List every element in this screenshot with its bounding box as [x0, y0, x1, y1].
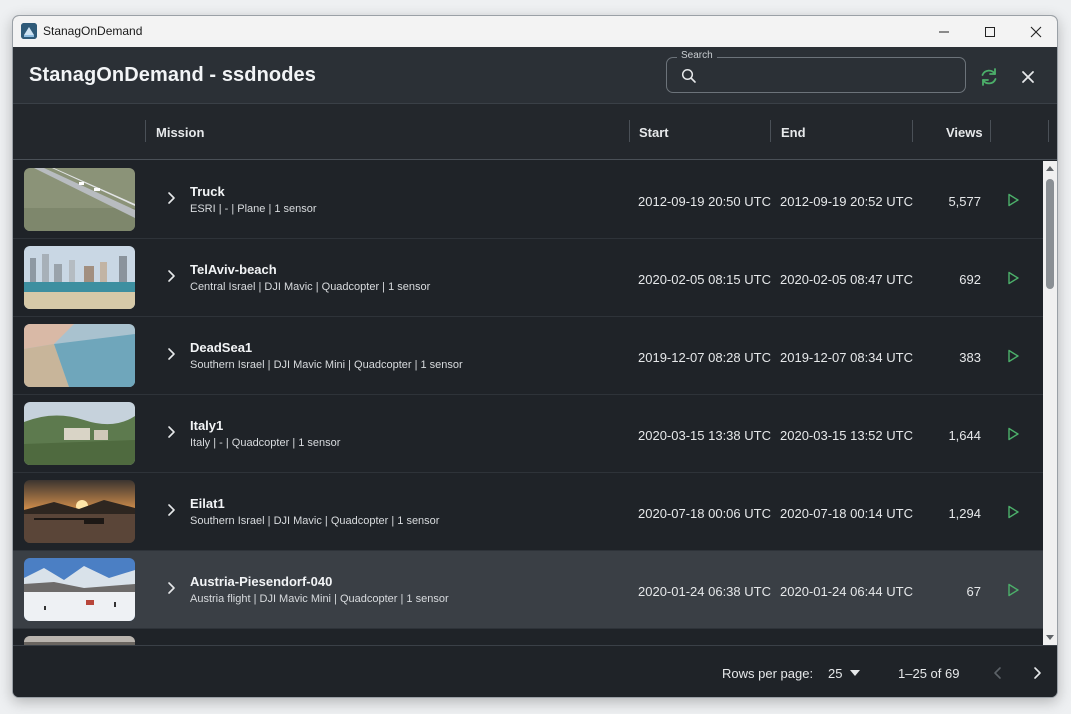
play-icon[interactable] — [1005, 192, 1021, 208]
mission-thumbnail — [24, 246, 135, 309]
mission-details: Southern Israel | DJI Mavic Mini | Quadc… — [190, 359, 463, 371]
table-row[interactable]: Truck ESRI | - | Plane | 1 sensor 2012-0… — [13, 161, 1043, 239]
start-time: 2012-09-19 20:50 UTC — [638, 194, 771, 209]
rows-per-page-value: 25 — [828, 666, 843, 681]
table-body: Truck ESRI | - | Plane | 1 sensor 2012-0… — [13, 161, 1043, 645]
scroll-thumb[interactable] — [1046, 179, 1054, 289]
table-row[interactable]: DeadSea1 Southern Israel | DJI Mavic Min… — [13, 317, 1043, 395]
mission-thumbnail — [24, 402, 135, 465]
table-row[interactable]: TelAviv-beach Central Israel | DJI Mavic… — [13, 239, 1043, 317]
column-header-views[interactable]: Views — [946, 125, 983, 140]
column-header-mission[interactable]: Mission — [156, 125, 204, 140]
window-close-button[interactable] — [1013, 16, 1057, 47]
column-separator[interactable] — [990, 120, 991, 142]
mission-name: Austria-Piesendorf-040 — [190, 574, 333, 589]
mission-details: ESRI | - | Plane | 1 sensor — [190, 203, 317, 215]
mission-thumbnail — [24, 168, 135, 231]
play-icon[interactable] — [1005, 270, 1021, 286]
end-time: 2020-07-18 00:14 UTC — [780, 506, 913, 521]
chevron-right-icon[interactable] — [161, 266, 181, 286]
search-icon — [681, 68, 696, 83]
minimize-button[interactable] — [921, 16, 967, 47]
play-icon[interactable] — [1005, 348, 1021, 364]
app-icon — [21, 23, 37, 39]
start-time: 2020-07-18 00:06 UTC — [638, 506, 771, 521]
close-icon — [1030, 26, 1042, 37]
minimize-icon — [939, 31, 949, 32]
search-input[interactable] — [707, 64, 957, 86]
view-count: 1,644 — [948, 428, 981, 443]
start-time: 2020-03-15 13:38 UTC — [638, 428, 771, 443]
mission-thumbnail — [24, 324, 135, 387]
maximize-button[interactable] — [967, 16, 1013, 47]
play-icon[interactable] — [1005, 504, 1021, 520]
search-box[interactable]: Search — [666, 50, 966, 93]
table-header: Mission Start End Views — [13, 104, 1057, 160]
chevron-right-icon[interactable] — [161, 344, 181, 364]
play-icon[interactable] — [1005, 426, 1021, 442]
end-time: 2012-09-19 20:52 UTC — [780, 194, 913, 209]
chevron-right-icon[interactable] — [161, 578, 181, 598]
view-count: 5,577 — [948, 194, 981, 209]
search-label: Search — [677, 50, 717, 61]
view-count: 383 — [959, 350, 981, 365]
scroll-up-icon[interactable] — [1045, 164, 1055, 174]
app-header: StanagOnDemand - ssdnodes Search — [13, 47, 1057, 104]
mission-details: Austria flight | DJI Mavic Mini | Quadco… — [190, 593, 449, 605]
column-header-end[interactable]: End — [781, 125, 806, 140]
play-icon[interactable] — [1005, 582, 1021, 598]
end-time: 2019-12-07 08:34 UTC — [780, 350, 913, 365]
column-separator[interactable] — [629, 120, 630, 142]
mission-details: Italy | - | Quadcopter | 1 sensor — [190, 437, 341, 449]
mission-name: Eilat1 — [190, 496, 225, 511]
chevron-right-icon[interactable] — [161, 422, 181, 442]
mission-name: DeadSea1 — [190, 340, 253, 355]
mission-name: TelAviv-beach — [190, 262, 277, 277]
scroll-down-icon[interactable] — [1045, 632, 1055, 642]
column-separator[interactable] — [1048, 120, 1049, 142]
chevron-right-icon[interactable] — [1027, 663, 1047, 683]
column-header-start[interactable]: Start — [639, 125, 669, 140]
mission-thumbnail — [24, 636, 135, 645]
app-window: StanagOnDemand StanagOnDemand - ssdnodes… — [12, 15, 1058, 698]
maximize-icon — [985, 26, 995, 37]
rows-per-page-label: Rows per page: — [722, 666, 814, 681]
window-title: StanagOnDemand — [43, 24, 143, 38]
mission-name: Truck — [190, 184, 225, 199]
view-count: 692 — [959, 272, 981, 287]
table-row[interactable]: Italy1 Italy | - | Quadcopter | 1 sensor… — [13, 395, 1043, 473]
table-row[interactable]: Eilat1 Southern Israel | DJI Mavic | Qua… — [13, 473, 1043, 551]
caret-down-icon — [850, 670, 860, 676]
title-bar: StanagOnDemand — [13, 16, 1057, 47]
pagination-range: 1–25 of 69 — [898, 666, 960, 681]
page-title: StanagOnDemand - ssdnodes — [29, 64, 316, 86]
end-time: 2020-02-05 08:47 UTC — [780, 272, 913, 287]
chevron-left-icon[interactable] — [988, 663, 1008, 683]
rows-per-page-select[interactable]: 25 — [826, 663, 866, 685]
mission-details: Central Israel | DJI Mavic | Quadcopter … — [190, 281, 431, 293]
chevron-right-icon[interactable] — [161, 500, 181, 520]
table-pagination: Rows per page: 25 1–25 of 69 — [13, 645, 1057, 697]
mission-details: Southern Israel | DJI Mavic | Quadcopter… — [190, 515, 440, 527]
mission-thumbnail — [24, 558, 135, 621]
table-row[interactable]: Austria-Piesendorf-040 Austria flight | … — [13, 551, 1043, 629]
column-separator[interactable] — [770, 120, 771, 142]
table-row[interactable] — [13, 629, 1043, 645]
start-time: 2020-01-24 06:38 UTC — [638, 584, 771, 599]
column-separator[interactable] — [912, 120, 913, 142]
end-time: 2020-01-24 06:44 UTC — [780, 584, 913, 599]
mission-thumbnail — [24, 480, 135, 543]
refresh-icon[interactable] — [978, 66, 1000, 88]
chevron-right-icon[interactable] — [161, 188, 181, 208]
vertical-scrollbar[interactable] — [1043, 161, 1057, 645]
view-count: 67 — [966, 584, 981, 599]
end-time: 2020-03-15 13:52 UTC — [780, 428, 913, 443]
close-icon[interactable] — [1018, 67, 1038, 87]
start-time: 2020-02-05 08:15 UTC — [638, 272, 771, 287]
view-count: 1,294 — [948, 506, 981, 521]
column-separator[interactable] — [145, 120, 146, 142]
mission-name: Italy1 — [190, 418, 224, 433]
start-time: 2019-12-07 08:28 UTC — [638, 350, 771, 365]
